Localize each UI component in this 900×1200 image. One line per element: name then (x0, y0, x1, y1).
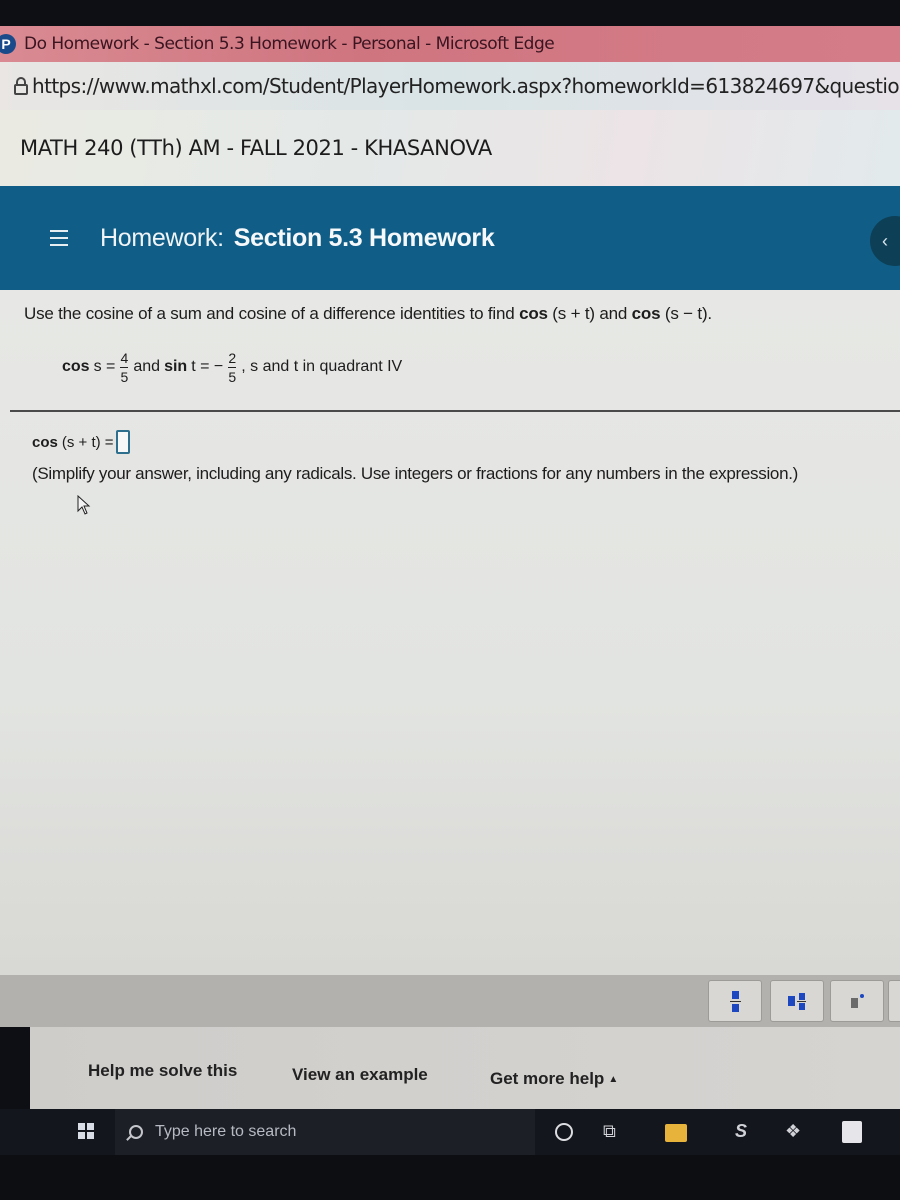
quadrant-text: , s and t in quadrant IV (241, 358, 403, 375)
answer-input[interactable] (115, 430, 130, 454)
taskbar-search-box[interactable]: Type here to search (115, 1109, 535, 1155)
collapse-panel-button[interactable]: ‹ (870, 216, 900, 266)
windows-start-icon[interactable] (78, 1123, 94, 1139)
search-placeholder: Type here to search (155, 1123, 297, 1140)
answer-hint: (Simplify your answer, including any rad… (32, 464, 799, 483)
cos-arg-2: (s − t). (664, 304, 712, 323)
mixed-number-button[interactable] (770, 980, 824, 1022)
exponent-icon (850, 994, 864, 1008)
numerator: 2 (228, 349, 237, 366)
microsoft-store-icon[interactable] (842, 1121, 862, 1143)
screen-bezel (0, 1155, 900, 1200)
denominator: 5 (228, 368, 237, 385)
task-view-icon[interactable]: ⧉ (603, 1121, 616, 1142)
and-text: and (133, 358, 161, 375)
url-field[interactable]: https://www.mathxl.com/Student/PlayerHom… (32, 74, 900, 98)
cos-fn-1: cos (519, 304, 548, 323)
help-me-solve-link[interactable]: Help me solve this (88, 1061, 237, 1081)
denominator: 5 (120, 368, 129, 385)
mouse-cursor-icon (77, 495, 91, 515)
dropbox-icon[interactable]: ❖ (785, 1121, 801, 1142)
course-header: MATH 240 (TTh) AM - FALL 2021 - KHASANOV… (0, 110, 900, 186)
get-more-help-label: Get more help (490, 1069, 605, 1088)
address-bar[interactable]: https://www.mathxl.com/Student/PlayerHom… (0, 62, 900, 110)
fraction-cos-s: 4 5 (120, 349, 129, 385)
divider (10, 410, 900, 412)
cortana-icon[interactable] (555, 1123, 573, 1141)
exponent-button[interactable] (830, 980, 884, 1022)
sin-label: sin (164, 358, 188, 375)
homework-label: Homework: (100, 223, 224, 252)
given-values: cos s = 4 5 and sin t = − 2 5 , s and t … (60, 342, 404, 392)
homework-name: Section 5.3 Homework (233, 223, 495, 252)
answer-cos-label: cos (32, 433, 58, 451)
help-bar: Help me solve this View an example Get m… (30, 1027, 900, 1109)
pinned-app-icon[interactable]: S (735, 1121, 747, 1142)
more-tools-button[interactable] (888, 980, 900, 1022)
file-explorer-icon[interactable] (665, 1124, 687, 1142)
and-text: and (599, 304, 628, 323)
chevron-left-icon: ‹ (882, 230, 888, 251)
fraction-icon (729, 990, 741, 1012)
caret-up-icon: ▲ (608, 1074, 619, 1086)
numerator: 4 (120, 349, 129, 366)
homework-header: Homework: Section 5.3 Homework ‹ (0, 186, 900, 290)
cos-fn-2: cos (631, 304, 661, 323)
cos-arg-1: (s + t) (552, 304, 595, 323)
get-more-help-link[interactable]: Get more help ▲ (490, 1069, 618, 1089)
fraction-button[interactable] (708, 980, 762, 1022)
answer-row: cos (s + t) = (32, 430, 130, 454)
fraction-sin-t: 2 5 (228, 349, 237, 385)
pearson-logo-icon: P (0, 34, 16, 54)
instruction-text: Use the cosine of a sum and cosine of a … (24, 304, 515, 323)
math-toolbar (0, 975, 900, 1027)
browser-title-bar: P Do Homework - Section 5.3 Homework - P… (0, 26, 900, 62)
sin-var: t = − (191, 358, 224, 375)
course-title[interactable]: MATH 240 (TTh) AM - FALL 2021 - KHASANOV… (20, 136, 492, 160)
windows-taskbar: Type here to search ⧉ S ❖ (0, 1109, 900, 1155)
view-example-link[interactable]: View an example (292, 1065, 428, 1085)
cos-var: s = (93, 358, 116, 375)
answer-arg-label: (s + t) = (61, 433, 114, 451)
mixed-number-icon (788, 992, 806, 1010)
cos-label: cos (62, 358, 90, 375)
question-area: Use the cosine of a sum and cosine of a … (0, 290, 900, 975)
hamburger-menu-icon[interactable] (50, 230, 68, 246)
window-title: Do Homework - Section 5.3 Homework - Per… (24, 34, 555, 54)
question-instruction: Use the cosine of a sum and cosine of a … (24, 304, 712, 324)
search-icon (129, 1125, 143, 1139)
